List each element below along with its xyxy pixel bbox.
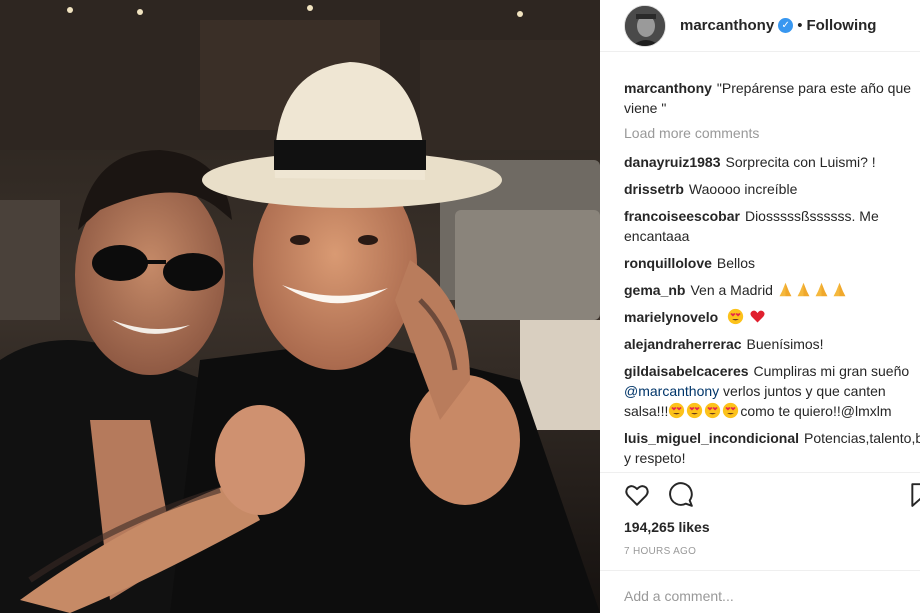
comment-username[interactable]: ronquillolove bbox=[624, 255, 712, 271]
comment-username[interactable]: marielynovelo bbox=[624, 309, 718, 325]
comment-item: alejandraherrerac Buenísimos! bbox=[624, 334, 912, 354]
comment-username[interactable]: gildaisabelcaceres bbox=[624, 363, 749, 379]
like-count[interactable]: 194,265 likes bbox=[624, 519, 710, 535]
header-username[interactable]: marcanthony bbox=[680, 17, 774, 34]
comment-item: ronquillolove Bellos bbox=[624, 253, 912, 273]
comment-item: danayruiz1983 Sorprecita con Luismi? ! bbox=[624, 152, 912, 172]
post-header: marcanthony ✓ • Following bbox=[600, 0, 920, 52]
comment-text: Cumpliras mi gran sueño bbox=[753, 363, 910, 379]
red-heart-emoji bbox=[749, 309, 767, 325]
comment-list: marcanthony "Prepárense para este año que… bbox=[624, 78, 920, 475]
comment-username[interactable]: alejandraherrerac bbox=[624, 336, 742, 352]
bookmark-icon[interactable] bbox=[908, 482, 920, 510]
comment-item: gema_nb Ven a Madrid bbox=[624, 280, 912, 300]
comment-item: marielynovelo bbox=[624, 307, 912, 327]
load-more-comments[interactable]: Load more comments bbox=[624, 125, 912, 141]
comment-text: Sorprecita con Luismi? ! bbox=[725, 154, 876, 170]
post-photo[interactable] bbox=[0, 0, 600, 613]
comment-username[interactable]: francoiseescobar bbox=[624, 208, 740, 224]
praying-hands-emoji bbox=[777, 282, 849, 298]
separator-dot: • bbox=[797, 17, 803, 34]
mention-link[interactable]: @marcanthony bbox=[624, 383, 719, 399]
avatar[interactable] bbox=[624, 4, 666, 47]
heart-eyes-emoji bbox=[727, 308, 749, 325]
comment-item: drissetrb Waoooo increíble bbox=[624, 179, 912, 199]
comment-icon[interactable] bbox=[668, 482, 696, 510]
comment-text: Buenísimos! bbox=[746, 336, 824, 352]
comment-text: Ven a Madrid bbox=[690, 282, 773, 298]
comment-username[interactable]: luis_miguel_incondicional bbox=[624, 430, 799, 446]
heart-icon[interactable] bbox=[624, 482, 652, 510]
comment-username[interactable]: gema_nb bbox=[624, 282, 685, 298]
divider bbox=[600, 472, 920, 473]
caption: marcanthony "Prepárense para este año que… bbox=[624, 78, 912, 118]
comment-item: francoiseescobar Diosssssßssssss. Me enca… bbox=[624, 206, 912, 246]
divider bbox=[600, 570, 920, 571]
action-bar bbox=[624, 482, 920, 512]
post-timestamp[interactable]: 7 HOURS AGO bbox=[624, 546, 696, 557]
comment-username[interactable]: danayruiz1983 bbox=[624, 154, 721, 170]
comment-text: Bellos bbox=[716, 255, 756, 271]
heart-eyes-emoji bbox=[668, 402, 740, 419]
verified-badge-icon: ✓ bbox=[778, 18, 794, 33]
following-button[interactable]: Following bbox=[806, 17, 876, 34]
comment-text: Waoooo increíble bbox=[688, 181, 798, 197]
add-comment-input[interactable]: Add a comment... bbox=[624, 588, 734, 604]
post-sidebar: marcanthony ✓ • Following marcanthony "Pr… bbox=[600, 0, 920, 613]
comment-item: gildaisabelcaceres Cumpliras mi gran sueñ… bbox=[624, 361, 912, 421]
comment-item: luis_miguel_incondicional Potencias,talen… bbox=[624, 428, 920, 468]
comment-username[interactable]: drissetrb bbox=[624, 181, 684, 197]
comment-text: como te quiero!!@lmxlm bbox=[740, 403, 892, 419]
caption-username[interactable]: marcanthony bbox=[624, 80, 712, 96]
